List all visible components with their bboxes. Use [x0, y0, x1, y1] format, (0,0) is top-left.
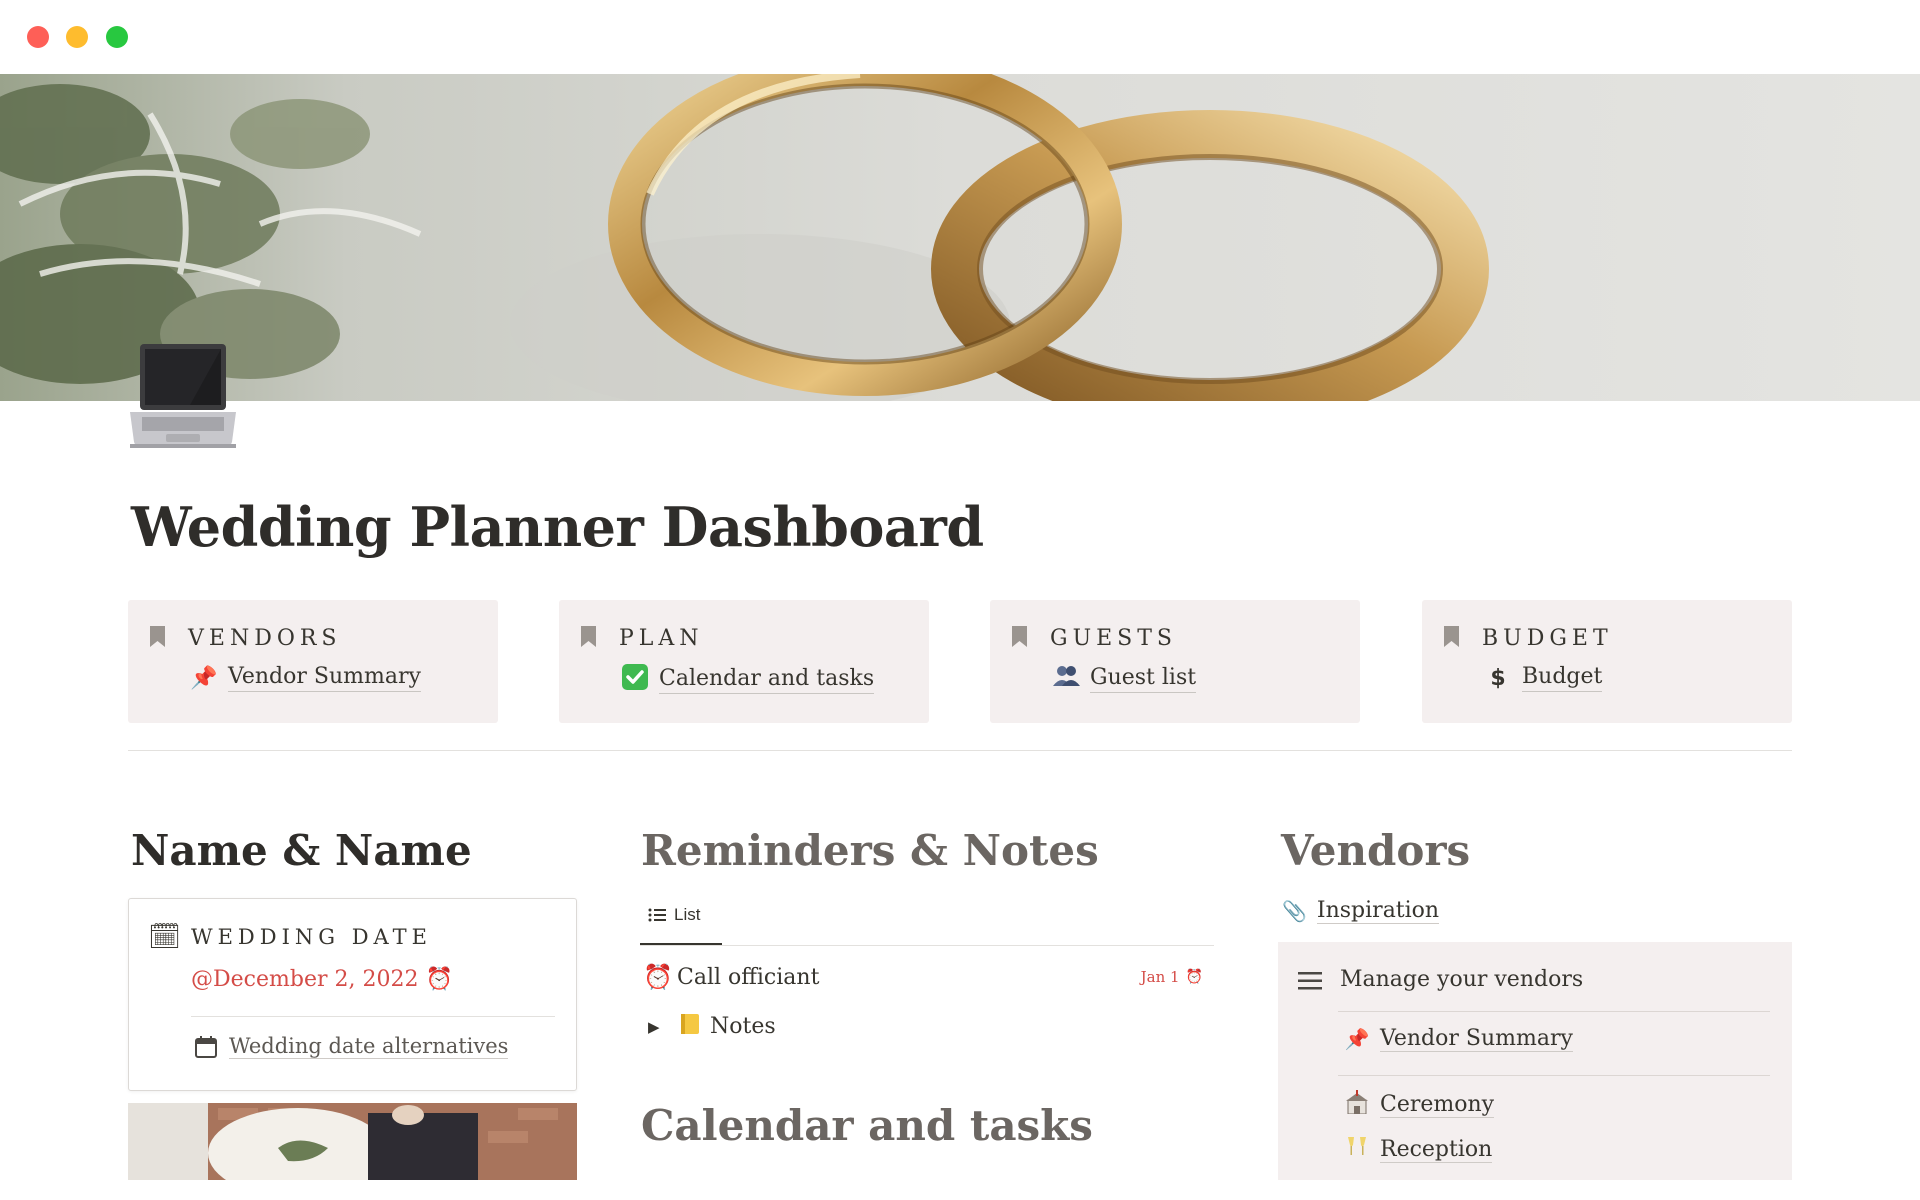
divider — [191, 1016, 555, 1017]
alarm-clock-icon: ⏰ — [643, 963, 673, 991]
wedding-date-alternatives-link[interactable]: Wedding date alternatives — [195, 1034, 509, 1059]
nav-card-vendors: VENDORS 📌 Vendor Summary — [128, 600, 498, 723]
clinking-glasses-icon — [1342, 1135, 1372, 1164]
nav-card-plan: PLAN Calendar and tasks — [559, 600, 929, 723]
reception-link[interactable]: Reception — [1342, 1135, 1493, 1164]
couple-photo — [128, 1103, 577, 1180]
minimize-window-button[interactable] — [66, 26, 88, 48]
budget-link[interactable]: $ Budget — [1484, 664, 1603, 692]
spiral-calendar-icon: 🗓 — [148, 922, 182, 952]
reminders-heading: Reminders & Notes — [641, 826, 1099, 875]
calendar-heading: Calendar and tasks — [641, 1101, 1093, 1150]
pushpin-icon: 📌 — [190, 665, 218, 691]
notes-toggle[interactable]: ▶ Notes — [648, 1013, 776, 1040]
pushpin-icon: 📌 — [1344, 1027, 1370, 1051]
divider — [1338, 1075, 1770, 1076]
divider — [1338, 1011, 1770, 1012]
nav-card-heading: GUESTS — [1050, 626, 1177, 651]
page-title: Wedding Planner Dashboard — [131, 495, 984, 559]
bookmark-icon — [150, 626, 165, 647]
wedding-date-card: 🗓 WEDDING DATE @December 2, 2022 ⏰ Weddi… — [128, 898, 577, 1091]
check-mark-icon — [621, 664, 649, 696]
nav-card-budget: BUDGET $ Budget — [1422, 600, 1792, 723]
zoom-window-button[interactable] — [106, 26, 128, 48]
divider — [640, 945, 1214, 946]
list-icon — [648, 908, 666, 922]
close-window-button[interactable] — [27, 26, 49, 48]
vendor-summary-link[interactable]: 📌 Vendor Summary — [1342, 1026, 1573, 1052]
inspiration-link[interactable]: 📎 Inspiration — [1282, 898, 1440, 924]
people-icon — [1052, 664, 1080, 694]
triangle-right-icon[interactable]: ▶ — [648, 1018, 670, 1036]
reminder-due-date: Jan 1 ⏰ — [1140, 968, 1203, 986]
calendar-icon — [195, 1035, 217, 1058]
window-titlebar — [0, 0, 1920, 74]
cover-image[interactable] — [0, 74, 1920, 401]
alarm-clock-icon: ⏰ — [425, 967, 453, 992]
laptop-icon[interactable] — [130, 340, 238, 452]
wedding-date-label: WEDDING DATE — [191, 925, 432, 949]
dollar-icon: $ — [1490, 665, 1506, 691]
vendors-heading: Vendors — [1281, 826, 1471, 875]
divider — [128, 750, 1792, 751]
wedding-date-value[interactable]: @December 2, 2022 ⏰ — [191, 967, 453, 992]
nav-card-heading: BUDGET — [1482, 626, 1613, 651]
bookmark-icon — [581, 626, 596, 647]
calendar-and-tasks-link[interactable]: Calendar and tasks — [621, 664, 875, 696]
bookmark-icon — [1012, 626, 1027, 647]
vendor-summary-link[interactable]: 📌 Vendor Summary — [190, 664, 421, 692]
notebook-icon — [680, 1013, 700, 1040]
alarm-clock-icon: ⏰ — [1185, 969, 1203, 985]
church-icon — [1342, 1090, 1372, 1119]
manage-vendors-label: Manage your vendors — [1340, 967, 1584, 992]
list-view-tab[interactable]: List — [648, 905, 700, 925]
paperclip-icon: 📎 — [1282, 899, 1307, 923]
menu-icon — [1298, 972, 1322, 990]
reminder-item[interactable]: ⏰ Call officiant Jan 1 ⏰ — [643, 960, 1203, 994]
ceremony-link[interactable]: Ceremony — [1342, 1090, 1495, 1119]
nav-card-heading: VENDORS — [188, 626, 342, 651]
nav-card-guests: GUESTS Guest list — [990, 600, 1360, 723]
guest-list-link[interactable]: Guest list — [1052, 664, 1197, 694]
couple-heading: Name & Name — [131, 826, 472, 875]
nav-card-heading: PLAN — [619, 626, 704, 651]
bookmark-icon — [1444, 626, 1459, 647]
manage-vendors-callout: Manage your vendors 📌 Vendor Summary Cer… — [1278, 942, 1792, 1180]
